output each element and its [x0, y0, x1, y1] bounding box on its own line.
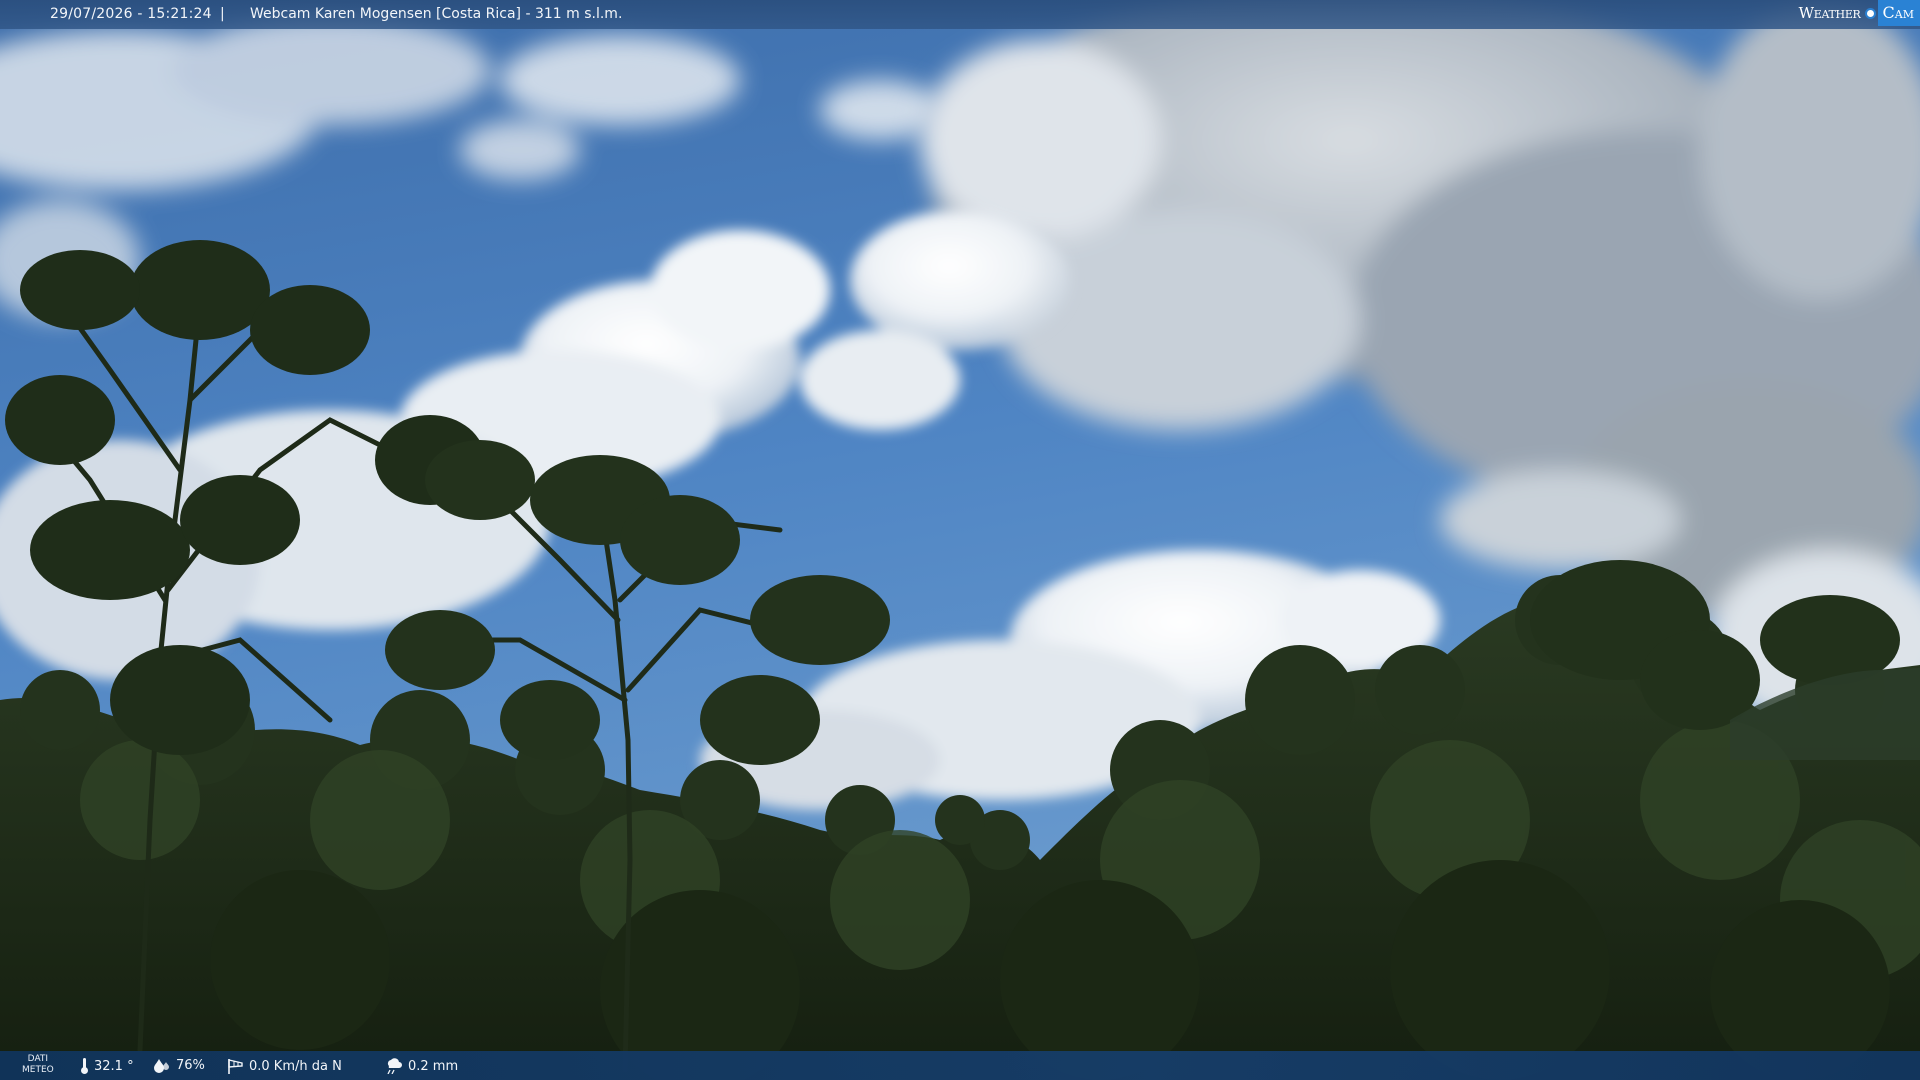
rain-cloud-icon	[387, 1058, 402, 1074]
dati-line1: DATI	[27, 1054, 49, 1064]
logo-dot-icon	[1864, 7, 1876, 19]
temperature-value: 32.1 °	[94, 1058, 134, 1074]
timestamp: 29/07/2026 - 15:21:24	[50, 6, 212, 22]
dati-line2: METEO	[22, 1065, 54, 1075]
wind-value: 0.0 Km/h da N	[249, 1058, 342, 1074]
rain-reading: 0.2 mm	[385, 1058, 458, 1074]
humidity-drop-icon	[154, 1058, 169, 1073]
weathercam-logo[interactable]: Weather Cam	[1793, 0, 1920, 26]
webcam-location: Webcam Karen Mogensen [Costa Rica] - 311…	[250, 6, 623, 22]
humidity-value: 76%	[176, 1058, 205, 1073]
logo-word: Weather	[1798, 4, 1861, 22]
thermometer-icon	[81, 1058, 88, 1074]
wind-reading: 0.0 Km/h da N	[226, 1058, 342, 1074]
weather-data-bar: DATI METEO 32.1 ° 76% 0.0 Km/h da N 0.2 …	[0, 1051, 1920, 1080]
humidity-reading: 76%	[153, 1058, 205, 1073]
temperature-reading: 32.1 °	[80, 1058, 134, 1074]
top-info-bar: 29/07/2026 - 15:21:24 | Webcam Karen Mog…	[0, 0, 1920, 29]
separator: |	[220, 6, 225, 22]
dati-meteo-label[interactable]: DATI METEO	[22, 1054, 54, 1076]
webcam-image	[0, 0, 1920, 1080]
rain-value: 0.2 mm	[408, 1058, 459, 1074]
windsock-icon	[228, 1059, 243, 1074]
logo-cam: Cam	[1877, 0, 1920, 26]
